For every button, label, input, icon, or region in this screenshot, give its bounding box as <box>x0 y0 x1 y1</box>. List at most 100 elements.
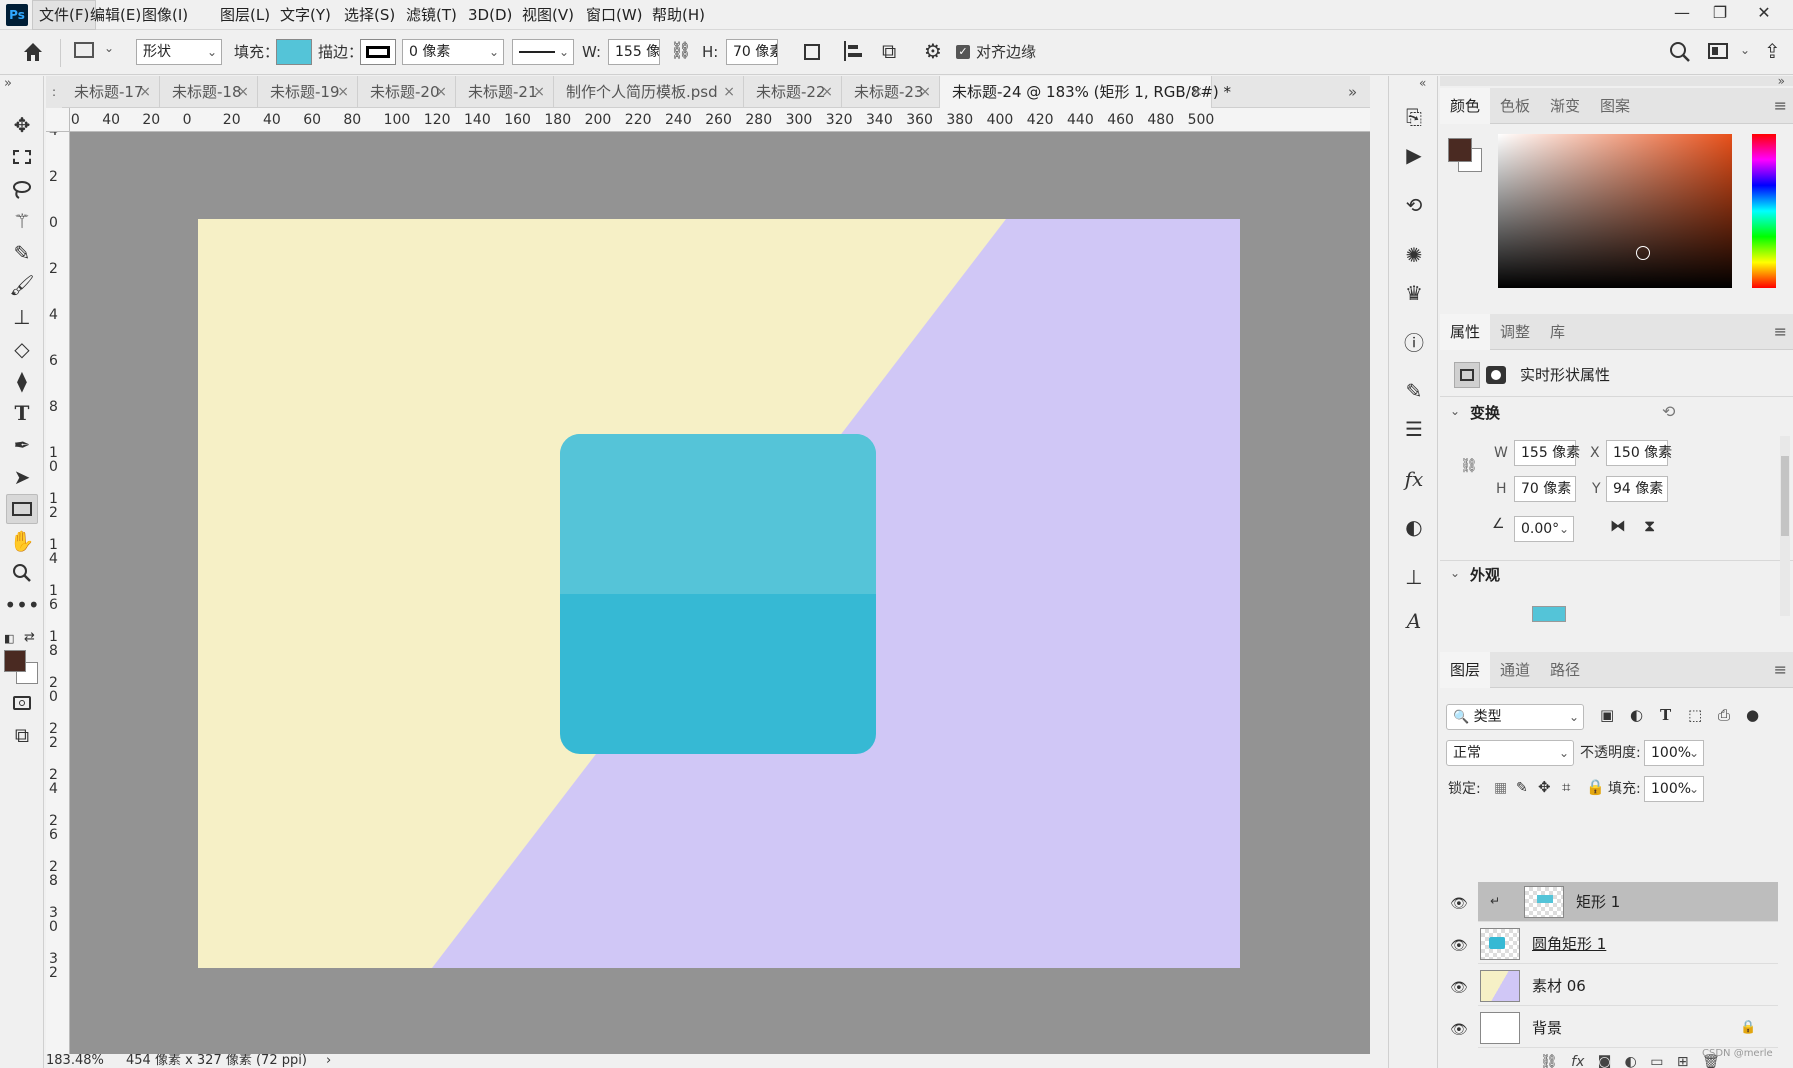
panel-menu-icon[interactable]: ≡ <box>1774 322 1787 341</box>
shape-properties-icon[interactable] <box>1454 362 1480 388</box>
path-selection-icon[interactable]: ➤ <box>6 462 38 492</box>
close-icon[interactable]: × <box>723 76 735 108</box>
zoom-level[interactable]: 183.48% <box>46 1054 104 1068</box>
align-edges-checkbox[interactable]: ✓ <box>956 45 970 59</box>
close-icon[interactable]: × <box>1191 76 1203 108</box>
tab-color[interactable]: 颜色 <box>1440 88 1491 124</box>
more-tools-icon[interactable]: ••• <box>4 590 39 620</box>
tab-layers[interactable]: 图层 <box>1440 652 1491 688</box>
close-window-button[interactable]: ✕ <box>1744 0 1784 26</box>
filter-shape-icon[interactable]: ⬚ <box>1688 706 1702 724</box>
fill-input[interactable]: 100% ⌄ <box>1644 776 1704 802</box>
fill-color-swatch[interactable] <box>276 39 312 65</box>
tab-scroll-icon[interactable]: : <box>46 76 62 108</box>
lock-all-icon[interactable]: 🔒 <box>1586 778 1605 796</box>
menu-help[interactable]: 帮助(H) <box>646 0 711 30</box>
glyphs-icon[interactable]: A <box>1399 606 1429 636</box>
eye-icon[interactable]: 👁 <box>1450 938 1468 954</box>
tab-adjustments[interactable]: 调整 <box>1490 314 1540 350</box>
mask-properties-icon[interactable] <box>1486 366 1506 384</box>
chevron-down-icon[interactable]: ⌄ <box>1450 566 1460 580</box>
path-arrangement-icon[interactable]: ⧉ <box>882 39 896 63</box>
share-icon[interactable]: ⇪ <box>1764 39 1781 63</box>
actions-play-icon[interactable]: ▶ <box>1399 140 1429 170</box>
new-layer-icon[interactable]: ⊞ <box>1677 1054 1689 1068</box>
menu-select[interactable]: 选择(S) <box>338 0 401 30</box>
reset-icon[interactable]: ⟲ <box>1662 402 1675 421</box>
lock-artboard-icon[interactable]: ⌗ <box>1562 778 1570 796</box>
lasso-tool-icon[interactable] <box>6 174 38 204</box>
zoom-tool-icon[interactable] <box>6 558 38 588</box>
tool-presets-icon[interactable]: ⊥ <box>1399 562 1429 592</box>
menu-image[interactable]: 图像(I) <box>136 0 194 30</box>
minimize-button[interactable]: — <box>1662 0 1702 26</box>
close-icon[interactable]: × <box>821 76 833 108</box>
stroke-width-input[interactable]: 0 像素 ⌄ <box>402 39 504 65</box>
brush-tool-icon[interactable]: 🖌 <box>6 270 38 300</box>
tab-document[interactable]: 未标题-23 × <box>842 76 940 108</box>
screen-mode-icon[interactable]: ⧉ <box>6 720 38 750</box>
flip-vertical-icon[interactable]: ⧗ <box>1644 516 1655 536</box>
flip-horizontal-icon[interactable]: ⧓ <box>1610 516 1626 535</box>
search-icon[interactable] <box>1668 39 1692 65</box>
new-group-icon[interactable]: ▭ <box>1650 1054 1663 1068</box>
adjustment-layer-icon[interactable]: ◐ <box>1625 1054 1637 1068</box>
y-field[interactable]: 94 像素 <box>1606 476 1668 502</box>
chevron-down-icon[interactable]: ⌄ <box>1450 404 1460 418</box>
x-field[interactable]: 150 像素 <box>1606 440 1672 466</box>
link-icon[interactable]: ⛓ <box>1460 458 1478 474</box>
shape-preset-icon[interactable] <box>74 42 94 58</box>
tab-document[interactable]: 制作个人简历模板.psd × <box>554 76 744 108</box>
eyedropper-icon[interactable]: ✎ <box>6 238 38 268</box>
width-field[interactable]: 155 像素 <box>1514 440 1580 466</box>
chevron-right-icon[interactable]: › <box>326 1054 331 1068</box>
layer-name[interactable]: 圆角矩形 1 <box>1532 924 1606 964</box>
properties-scrollbar[interactable] <box>1780 436 1790 616</box>
history-icon[interactable]: ⟲ <box>1399 190 1429 220</box>
close-icon[interactable]: × <box>337 76 349 108</box>
opacity-input[interactable]: 100% ⌄ <box>1644 740 1704 766</box>
angle-field[interactable]: 0.00° ⌄ <box>1514 516 1574 542</box>
tab-document[interactable]: 未标题-17 × <box>62 76 160 108</box>
menu-3d[interactable]: 3D(D) <box>462 0 518 30</box>
type-tool-icon[interactable]: T <box>6 398 38 428</box>
clone-source-icon[interactable]: ◐ <box>1399 512 1429 542</box>
rectangle-tool-icon[interactable] <box>6 494 38 524</box>
chevron-down-icon[interactable]: ⌄ <box>1740 43 1750 57</box>
stamp-tool-icon[interactable]: ⊥ <box>6 302 38 332</box>
collapse-icon[interactable]: » <box>4 76 12 91</box>
swap-colors-icon[interactable]: ⇄ <box>24 630 35 645</box>
tab-gradients[interactable]: 渐变 <box>1540 88 1590 124</box>
height-input[interactable]: 70 像素 <box>726 39 778 65</box>
filter-toggle-icon[interactable]: ● <box>1746 706 1759 724</box>
lock-position-icon[interactable]: ✥ <box>1538 778 1551 796</box>
gear-icon[interactable]: ⚙ <box>924 39 942 63</box>
tab-libraries[interactable]: 库 <box>1540 314 1575 350</box>
close-icon[interactable]: × <box>139 76 151 108</box>
paint-bucket-icon[interactable]: ⧫ <box>6 366 38 396</box>
panel-menu-icon[interactable]: ≡ <box>1774 660 1787 679</box>
adjustments-icon[interactable]: ☰ <box>1399 414 1429 444</box>
layer-name[interactable]: 素材 06 <box>1532 966 1586 1006</box>
tab-paths[interactable]: 路径 <box>1540 652 1590 688</box>
tab-document[interactable]: 未标题-18 × <box>160 76 258 108</box>
eye-icon[interactable]: 👁 <box>1450 1022 1468 1038</box>
collapse-icon[interactable]: » <box>1440 75 1793 87</box>
close-icon[interactable]: × <box>435 76 447 108</box>
brush-settings-icon[interactable]: ✺ <box>1399 240 1429 270</box>
move-tool-icon[interactable]: ✥ <box>6 110 38 140</box>
hue-slider[interactable] <box>1752 134 1776 288</box>
rounded-rectangle-shape[interactable] <box>560 434 876 754</box>
fx-icon[interactable]: fx <box>1571 1054 1584 1068</box>
layer-name[interactable]: 背景 <box>1532 1008 1562 1048</box>
foreground-color-swatch[interactable] <box>4 650 26 672</box>
layer-item[interactable]: 背景 🔒 <box>1478 1008 1778 1048</box>
canvas-workspace[interactable] <box>70 132 1370 1054</box>
workspace-icon[interactable] <box>1708 43 1728 59</box>
path-operations-icon[interactable] <box>804 44 820 60</box>
layer-item-selected[interactable]: ↵ 矩形 1 <box>1478 882 1778 922</box>
history-states-icon[interactable]: ⎘ <box>1399 102 1429 132</box>
layer-item[interactable]: 素材 06 <box>1478 966 1778 1006</box>
stroke-type-select[interactable]: ⌄ <box>512 39 574 65</box>
info-icon[interactable]: ⓘ <box>1399 326 1429 356</box>
